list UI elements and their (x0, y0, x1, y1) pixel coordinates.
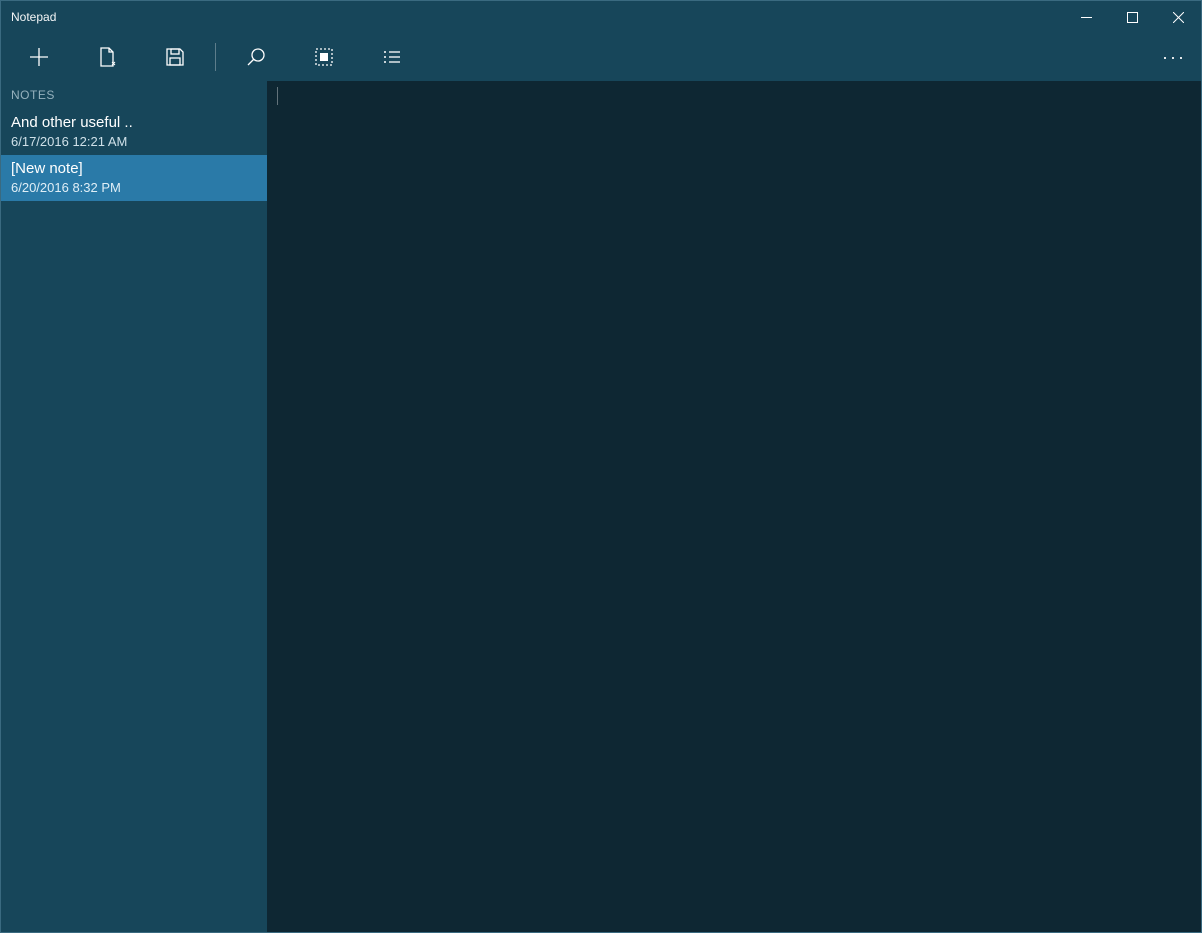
editor-area[interactable] (267, 81, 1201, 932)
app-body: NOTES And other useful ..6/17/2016 12:21… (1, 81, 1201, 932)
maximize-icon (1127, 12, 1138, 23)
maximize-button[interactable] (1109, 1, 1155, 33)
note-item[interactable]: [New note]6/20/2016 8:32 PM (1, 155, 267, 201)
titlebar: Notepad (1, 1, 1201, 33)
plus-icon (29, 47, 49, 67)
note-date: 6/17/2016 12:21 AM (11, 134, 257, 149)
minimize-button[interactable] (1063, 1, 1109, 33)
search-icon (246, 47, 266, 67)
open-file-button[interactable] (73, 33, 141, 81)
note-title: And other useful .. (11, 113, 257, 133)
minimize-icon (1081, 12, 1092, 23)
window-controls (1063, 1, 1201, 33)
select-all-button[interactable] (290, 33, 358, 81)
close-icon (1173, 12, 1184, 23)
note-title: [New note] (11, 159, 257, 179)
toolbar-separator (215, 43, 216, 71)
search-button[interactable] (222, 33, 290, 81)
text-caret (277, 87, 278, 105)
toolbar: ··· (1, 33, 1201, 81)
close-button[interactable] (1155, 1, 1201, 33)
notes-sidebar: NOTES And other useful ..6/17/2016 12:21… (1, 81, 267, 932)
sidebar-header: NOTES (1, 81, 267, 109)
save-icon (165, 47, 185, 67)
list-view-button[interactable] (358, 33, 426, 81)
select-all-icon (314, 47, 334, 67)
new-note-button[interactable] (5, 33, 73, 81)
window-title: Notepad (11, 10, 56, 24)
note-item[interactable]: And other useful ..6/17/2016 12:21 AM (1, 109, 267, 155)
file-open-icon (97, 47, 117, 67)
more-icon: ··· (1162, 47, 1186, 68)
save-button[interactable] (141, 33, 209, 81)
note-date: 6/20/2016 8:32 PM (11, 180, 257, 195)
notes-list: And other useful ..6/17/2016 12:21 AM[Ne… (1, 109, 267, 201)
more-button[interactable]: ··· (1151, 33, 1197, 81)
app-window: Notepad (0, 0, 1202, 933)
list-icon (382, 47, 402, 67)
